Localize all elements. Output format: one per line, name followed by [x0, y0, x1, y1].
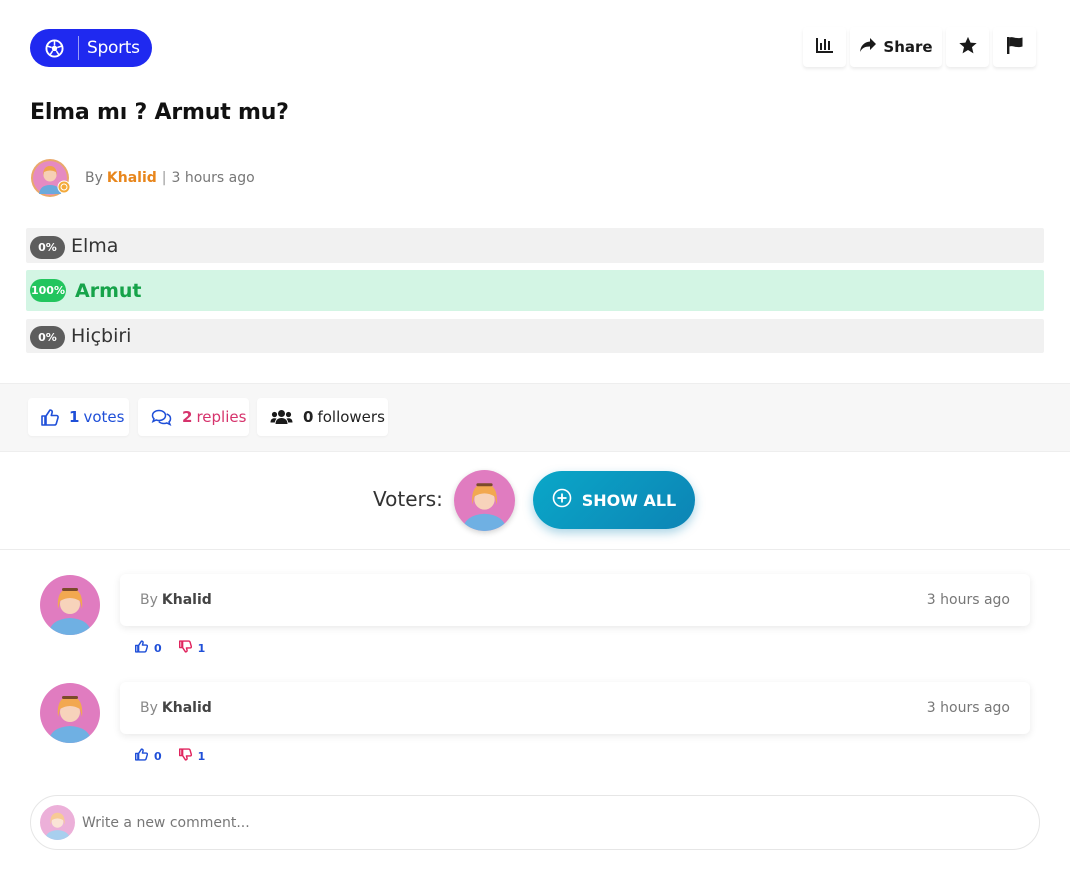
comment-by: By [140, 592, 158, 608]
comment-dislike-button[interactable]: 1 [178, 748, 206, 764]
thumbs-down-icon [178, 640, 192, 656]
followers-stat[interactable]: 0 followers [257, 398, 388, 436]
author-name[interactable]: Khalid [107, 170, 157, 186]
show-all-label: SHOW ALL [581, 490, 677, 510]
show-all-voters-button[interactable]: SHOW ALL [533, 471, 695, 529]
option-label: Elma [71, 234, 119, 257]
voter-avatar[interactable] [454, 470, 515, 531]
comment-time: 3 hours ago [926, 700, 1010, 716]
category-badge[interactable]: Sports [30, 29, 152, 67]
soccer-ball-icon [30, 29, 78, 67]
poll-page: Sports Share Elma mı ? Armut mu? By Khal… [0, 0, 1070, 873]
thumbs-up-icon [135, 748, 149, 764]
comment-like-button[interactable]: 0 [135, 640, 162, 656]
author-separator: | [161, 170, 167, 186]
stats-bar: 1 votes 2 replies 0 followers [0, 383, 1070, 452]
poll-option[interactable]: 0% Elma [26, 228, 1044, 263]
new-comment-input[interactable] [82, 814, 1039, 831]
votes-stat[interactable]: 1 votes [28, 398, 129, 436]
current-user-avatar [40, 805, 75, 840]
comment-time: 3 hours ago [926, 592, 1010, 608]
comment-dislike-button[interactable]: 1 [178, 640, 206, 656]
plus-circle-icon [552, 488, 572, 512]
comment-avatar[interactable] [40, 575, 100, 635]
new-comment-box [30, 795, 1040, 850]
comment-author-line: By Khalid [140, 700, 212, 716]
followers-count: 0 [303, 408, 314, 426]
author-line: By Khalid | 3 hours ago [30, 158, 255, 198]
votes-count: 1 [69, 408, 80, 426]
option-percent: 0% [30, 325, 65, 349]
comment-like-count: 0 [154, 749, 162, 763]
comment-author[interactable]: Khalid [162, 592, 212, 608]
replies-count: 2 [182, 408, 193, 426]
share-icon [859, 37, 877, 57]
comment-avatar[interactable] [40, 683, 100, 743]
thumbs-up-icon [41, 408, 59, 426]
option-percent: 0% [30, 236, 65, 259]
comment-author-line: By Khalid [140, 592, 212, 608]
comment-votes: 0 1 [135, 748, 205, 764]
comment-like-button[interactable]: 0 [135, 748, 162, 764]
option-label: Hiçbiri [71, 325, 132, 347]
stats-button[interactable] [803, 27, 846, 67]
post-time: 3 hours ago [171, 170, 255, 186]
thumbs-down-icon [178, 748, 192, 764]
comment-card: By Khalid 3 hours ago [120, 682, 1030, 734]
section-divider [0, 549, 1070, 550]
author-by: By [85, 170, 103, 186]
author-avatar[interactable] [30, 158, 72, 198]
category-label: Sports [87, 38, 140, 58]
thumbs-up-icon [135, 640, 149, 656]
comment-dislike-count: 1 [197, 749, 206, 763]
comment-dislike-count: 1 [197, 641, 206, 655]
bar-chart-icon [815, 37, 834, 57]
option-label: Armut [75, 279, 142, 302]
comments-icon [151, 409, 172, 426]
poll-option-winner[interactable]: 100% Armut [26, 270, 1044, 311]
comment-like-count: 0 [154, 641, 162, 655]
comment-votes: 0 1 [135, 640, 205, 656]
replies-label: replies [196, 408, 247, 426]
replies-stat[interactable]: 2 replies [138, 398, 249, 436]
votes-label: votes [83, 408, 125, 426]
flag-icon [1006, 36, 1024, 58]
favorite-button[interactable] [946, 27, 989, 67]
comment-card: By Khalid 3 hours ago [120, 574, 1030, 626]
report-button[interactable] [993, 27, 1036, 67]
followers-label: followers [317, 408, 385, 426]
poll-title: Elma mı ? Armut mu? [30, 100, 289, 125]
share-button[interactable]: Share [850, 27, 942, 67]
users-icon [270, 409, 293, 425]
comment-by: By [140, 700, 158, 716]
comment-author[interactable]: Khalid [162, 700, 212, 716]
poll-option[interactable]: 0% Hiçbiri [26, 319, 1044, 353]
option-percent: 100% [30, 279, 66, 302]
voters-label: Voters: [373, 487, 443, 511]
star-icon [958, 36, 978, 59]
share-label: Share [883, 38, 933, 56]
